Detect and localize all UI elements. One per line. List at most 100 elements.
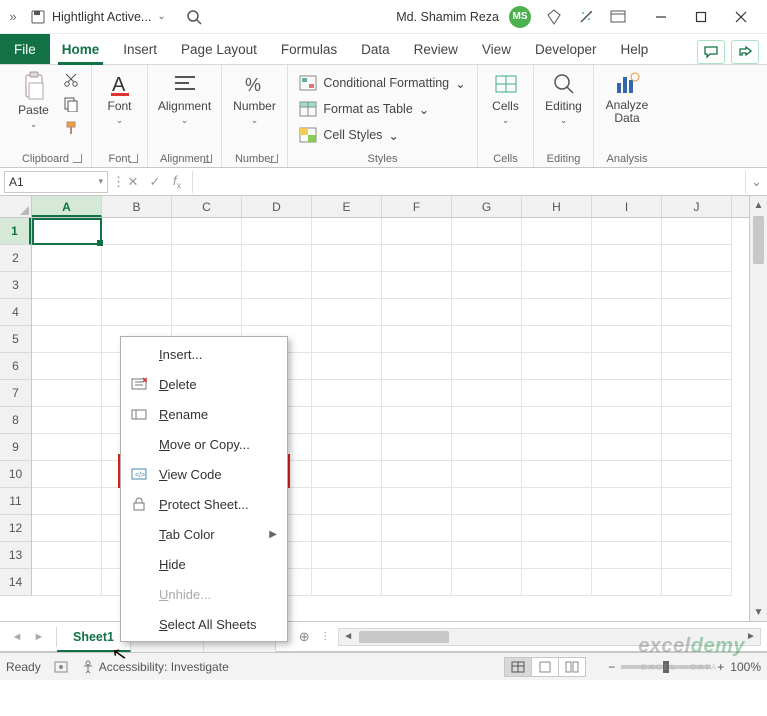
formula-input[interactable] (192, 171, 745, 193)
cell[interactable] (662, 488, 732, 515)
cell[interactable] (32, 272, 102, 299)
cell[interactable] (522, 488, 592, 515)
cell[interactable] (242, 245, 312, 272)
editing-button[interactable]: Editing⌄ (541, 69, 587, 128)
col-header[interactable]: H (522, 196, 592, 217)
cell[interactable] (312, 272, 382, 299)
copy-button[interactable] (61, 95, 81, 113)
col-header[interactable]: F (382, 196, 452, 217)
cell[interactable] (592, 488, 662, 515)
col-header[interactable]: I (592, 196, 662, 217)
cell[interactable] (382, 353, 452, 380)
cell[interactable] (592, 569, 662, 596)
col-header[interactable]: D (242, 196, 312, 217)
cell[interactable] (102, 299, 172, 326)
cell[interactable] (522, 218, 592, 245)
cell[interactable] (382, 299, 452, 326)
user-account[interactable]: Md. Shamim Reza MS (396, 6, 531, 28)
zoom-slider[interactable] (621, 665, 711, 669)
col-header[interactable]: E (312, 196, 382, 217)
scroll-down-button[interactable]: ▼ (750, 603, 767, 621)
tab-home[interactable]: Home (50, 34, 112, 64)
search-button[interactable] (186, 9, 202, 25)
cell[interactable] (382, 515, 452, 542)
cell[interactable] (32, 542, 102, 569)
tab-page-layout[interactable]: Page Layout (169, 34, 269, 64)
cell[interactable] (382, 218, 452, 245)
row-header[interactable]: 13 (0, 542, 31, 569)
cell[interactable] (662, 434, 732, 461)
cell[interactable] (592, 434, 662, 461)
cell[interactable] (312, 461, 382, 488)
cell[interactable] (312, 542, 382, 569)
ctx-select-all-sheets[interactable]: Select All Sheets (121, 609, 287, 639)
new-sheet-button[interactable]: ⊕ (290, 629, 318, 645)
cell[interactable] (32, 353, 102, 380)
cell[interactable] (522, 515, 592, 542)
hscroll-right[interactable]: ► (742, 631, 760, 642)
row-header[interactable]: 7 (0, 380, 31, 407)
analyze-data-button[interactable]: Analyze Data (602, 69, 653, 127)
cell[interactable] (382, 245, 452, 272)
row-header[interactable]: 14 (0, 569, 31, 596)
tab-developer[interactable]: Developer (523, 34, 609, 64)
cell[interactable] (32, 326, 102, 353)
col-header[interactable]: G (452, 196, 522, 217)
wand-icon[interactable] (577, 8, 595, 26)
col-header[interactable]: C (172, 196, 242, 217)
cell[interactable] (382, 434, 452, 461)
cell[interactable] (312, 353, 382, 380)
zoom-in-button[interactable]: + (717, 660, 724, 674)
cell[interactable] (32, 245, 102, 272)
cell[interactable] (102, 218, 172, 245)
name-box[interactable]: A1▾ (4, 171, 108, 193)
cell[interactable] (312, 380, 382, 407)
vertical-scrollbar[interactable]: ▲ ▼ (749, 196, 767, 621)
cell[interactable] (312, 299, 382, 326)
quick-access-more-icon[interactable]: » (6, 9, 20, 24)
cell[interactable] (102, 245, 172, 272)
cell[interactable] (32, 515, 102, 542)
cell[interactable] (312, 218, 382, 245)
cell[interactable] (32, 218, 102, 245)
ctx-tab-color[interactable]: Tab Color▶ (121, 519, 287, 549)
accessibility-status[interactable]: Accessibility: Investigate (81, 660, 229, 674)
cell[interactable] (32, 434, 102, 461)
page-break-view-button[interactable] (558, 657, 586, 677)
cell[interactable] (242, 299, 312, 326)
cell[interactable] (522, 353, 592, 380)
format-painter-button[interactable] (61, 119, 81, 137)
cell[interactable] (452, 326, 522, 353)
cell[interactable] (452, 245, 522, 272)
comments-button[interactable] (697, 40, 725, 64)
row-header[interactable]: 10 (0, 461, 31, 488)
row-header[interactable]: 12 (0, 515, 31, 542)
cell[interactable] (592, 299, 662, 326)
cell[interactable] (102, 272, 172, 299)
ctx-hide[interactable]: Hide (121, 549, 287, 579)
row-header[interactable]: 4 (0, 299, 31, 326)
ctx-view-code[interactable]: </>View Code (121, 459, 287, 489)
normal-view-button[interactable] (504, 657, 532, 677)
cell[interactable] (312, 407, 382, 434)
scroll-thumb[interactable] (753, 216, 764, 264)
row-header[interactable]: 8 (0, 407, 31, 434)
cell[interactable] (662, 245, 732, 272)
sheet-nav-prev[interactable]: ◄ (12, 631, 23, 643)
scroll-up-button[interactable]: ▲ (750, 196, 767, 214)
cell[interactable] (32, 299, 102, 326)
ctx-insert[interactable]: Insert... (121, 339, 287, 369)
tab-view[interactable]: View (470, 34, 523, 64)
cell[interactable] (592, 326, 662, 353)
cell[interactable] (592, 461, 662, 488)
number-button[interactable]: %Number⌄ (229, 69, 280, 128)
page-layout-view-button[interactable] (531, 657, 559, 677)
expand-formula-bar[interactable]: ⌄ (745, 171, 767, 193)
cell[interactable] (382, 461, 452, 488)
cell[interactable] (662, 407, 732, 434)
cell[interactable] (382, 326, 452, 353)
cell[interactable] (522, 299, 592, 326)
col-header[interactable]: J (662, 196, 732, 217)
cell[interactable] (592, 353, 662, 380)
sheet-nav-next[interactable]: ► (34, 631, 45, 643)
